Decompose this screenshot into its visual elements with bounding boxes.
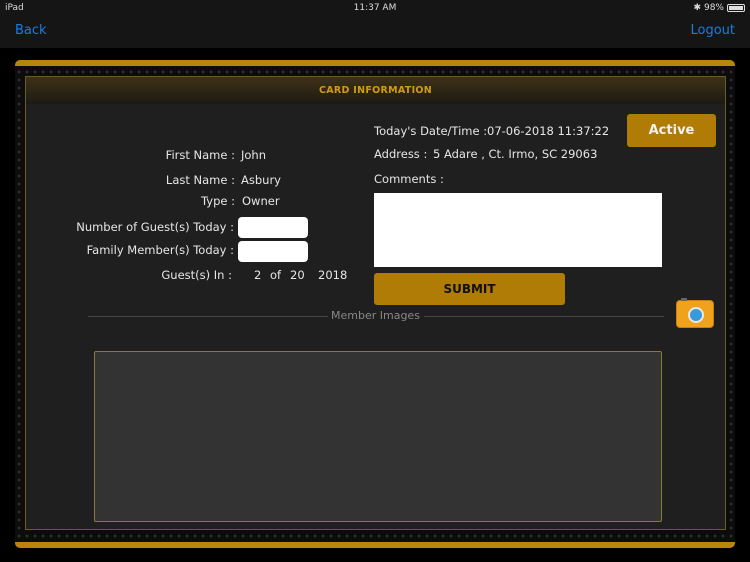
guests-in-label: Guest(s) In : [161, 268, 232, 282]
datetime-label: Today's Date/Time : [374, 124, 488, 138]
first-name-label: First Name : [165, 148, 235, 162]
clock: 11:37 AM [353, 3, 397, 13]
type-label: Type : [201, 194, 235, 208]
family-today-label: Family Member(s) Today : [86, 243, 234, 257]
guests-in-year: 2018 [318, 268, 348, 282]
card-title: CARD INFORMATION [26, 77, 725, 104]
address-label: Address : [374, 147, 428, 161]
guests-in-count: 2 [254, 268, 262, 282]
guests-in-total: 20 [290, 268, 305, 282]
guests-in-of: of [270, 268, 282, 282]
type-value: Owner [242, 194, 280, 208]
family-today-input[interactable] [238, 241, 308, 262]
divider-left [88, 316, 328, 317]
member-images-area [94, 351, 662, 522]
submit-button[interactable]: SUBMIT [374, 273, 565, 305]
battery-icon [727, 4, 745, 12]
logout-button[interactable]: Logout [690, 23, 735, 38]
bluetooth-icon: ✱ [693, 3, 701, 13]
divider-right [424, 316, 664, 317]
nav-bar: Back Logout [0, 16, 750, 48]
address-value: 5 Adare , Ct. Irmo, SC 29063 [433, 147, 598, 161]
status-bar: iPad 11:37 AM ✱ 98% [0, 0, 750, 16]
datetime-value: 07-06-2018 11:37:22 [487, 124, 610, 138]
last-name-value: Asbury [241, 173, 281, 187]
back-button[interactable]: Back [15, 23, 47, 38]
guests-today-input[interactable] [238, 217, 308, 238]
camera-icon[interactable] [676, 298, 714, 328]
member-images-label: Member Images [331, 309, 420, 322]
first-name-value: John [241, 148, 267, 162]
comments-label: Comments : [374, 172, 444, 186]
guests-today-label: Number of Guest(s) Today : [76, 220, 234, 234]
last-name-label: Last Name : [165, 173, 235, 187]
comments-textarea[interactable] [374, 193, 662, 267]
active-status-button[interactable]: Active [627, 114, 716, 147]
battery-percent: 98% [703, 3, 724, 13]
